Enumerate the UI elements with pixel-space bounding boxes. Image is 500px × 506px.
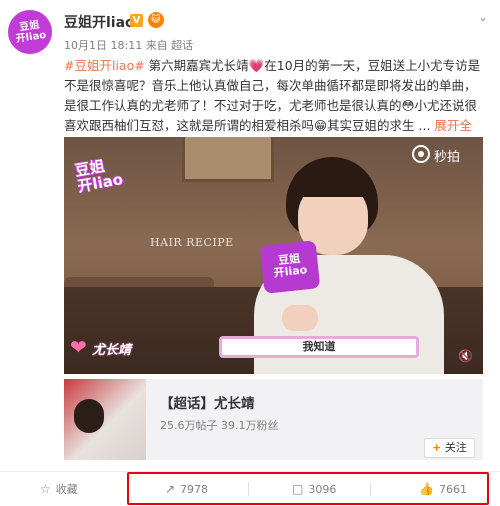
avatar[interactable]: 豆姐 开liao bbox=[8, 10, 52, 54]
video-player[interactable]: HAIR RECIPE 豆姐 开liao 秒拍 豆姐 开liao ❤ 尤长靖 我… bbox=[64, 137, 483, 374]
supertopic-title[interactable]: 【超话】尤长靖 bbox=[160, 392, 255, 412]
follow-button[interactable]: + 关注 bbox=[424, 438, 475, 458]
post-meta: 10月1日 18:11 来自 超话 bbox=[64, 39, 194, 52]
video-name-tag: 尤长靖 bbox=[92, 343, 132, 358]
video-watermark: 秒拍 bbox=[434, 150, 461, 165]
plus-icon: + bbox=[432, 441, 442, 454]
miaopai-logo-icon bbox=[412, 145, 430, 163]
favorite-label: 收藏 bbox=[55, 483, 78, 496]
video-subtitle: 我知道 bbox=[219, 336, 419, 358]
verified-badge-icon: V bbox=[130, 14, 143, 27]
highlight-box bbox=[127, 472, 489, 505]
video-person-bangs bbox=[292, 167, 372, 197]
topic-link[interactable]: #豆姐开liao# bbox=[64, 58, 145, 73]
follow-label: 关注 bbox=[444, 441, 467, 454]
supertopic-thumbnail-person bbox=[74, 399, 104, 433]
supertopic-thumbnail bbox=[64, 379, 146, 460]
vip-icon: 😺 bbox=[148, 12, 164, 28]
video-name-bar: ❤ 尤长靖 我知道 bbox=[64, 334, 483, 360]
video-logo: 豆姐 开liao bbox=[73, 157, 125, 196]
favorite-button[interactable]: ☆ 收藏 bbox=[40, 478, 78, 500]
video-sign-text: HAIR RECIPE bbox=[150, 236, 234, 249]
heart-icon: ❤ bbox=[70, 335, 87, 359]
chevron-down-icon[interactable]: ⌄ bbox=[478, 10, 488, 24]
star-icon: ☆ bbox=[40, 482, 51, 496]
video-mic-card: 豆姐 开liao bbox=[259, 240, 321, 294]
video-picture-frame bbox=[182, 137, 274, 182]
supertopic-stats: 25.6万帖子 39.1万粉丝 bbox=[160, 419, 279, 432]
avatar-logo-text: 豆姐 开liao bbox=[14, 19, 47, 46]
mute-icon[interactable]: 🔇 bbox=[458, 349, 473, 363]
supertopic-card[interactable]: 【超话】尤长靖 25.6万帖子 39.1万粉丝 + 关注 bbox=[64, 379, 483, 460]
video-person-hand bbox=[282, 305, 318, 331]
author-name[interactable]: 豆姐开liao bbox=[64, 12, 135, 32]
